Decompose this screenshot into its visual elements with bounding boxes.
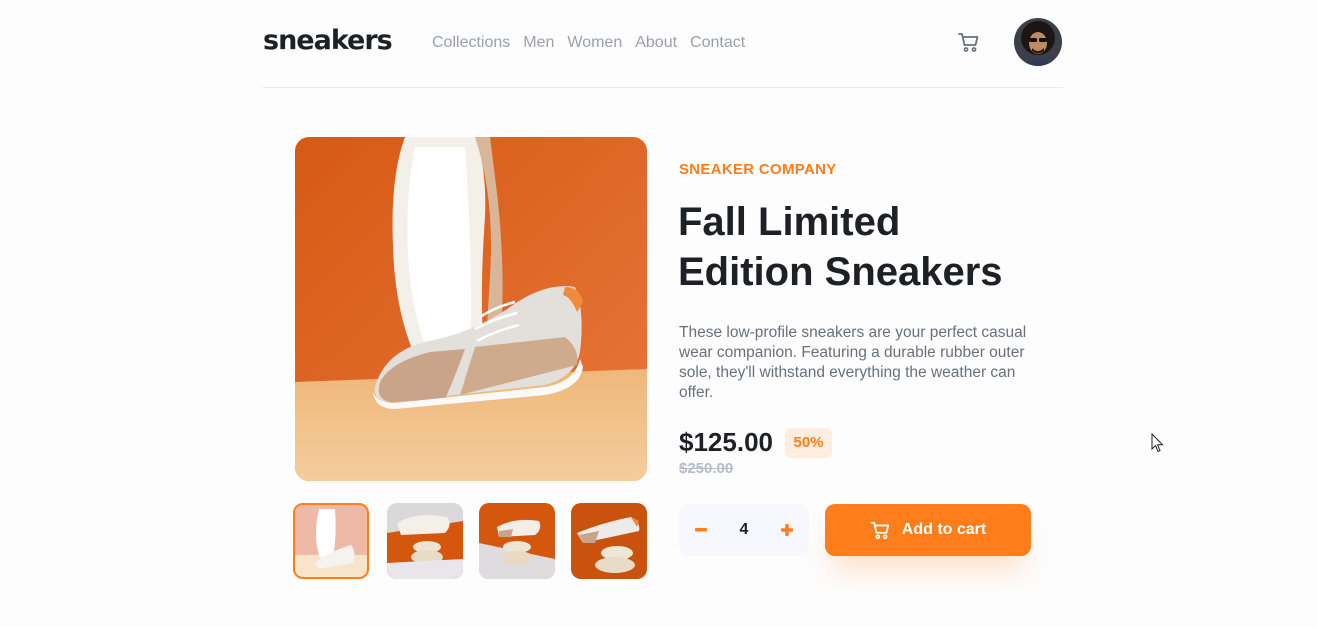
sneaker-photo	[295, 137, 647, 481]
thumbnail-image	[571, 503, 647, 579]
user-avatar[interactable]	[1014, 18, 1062, 66]
discount-badge: 50%	[785, 428, 832, 458]
current-price: $125.00	[679, 427, 773, 457]
cart-button[interactable]	[957, 30, 981, 54]
cart-icon	[870, 521, 889, 540]
decrease-quantity-button[interactable]	[679, 504, 723, 556]
quantity-stepper: 4	[679, 504, 809, 556]
product-description: These low-profile sneakers are your perf…	[679, 324, 1027, 401]
nav-link-men[interactable]: Men	[523, 34, 554, 52]
thumbnail-2[interactable]	[387, 503, 463, 579]
nav-link-contact[interactable]: Contact	[690, 34, 745, 52]
company-label: SNEAKER COMPANY	[679, 161, 837, 178]
thumbnail-image	[479, 503, 555, 579]
plus-icon	[781, 524, 793, 536]
cart-icon	[958, 33, 979, 52]
logo[interactable]: sneakers	[263, 25, 393, 56]
add-to-cart-label: Add to cart	[901, 521, 987, 538]
add-to-cart-button[interactable]: Add to cart	[825, 504, 1031, 556]
thumbnail-image	[387, 503, 463, 579]
quantity-value: 4	[739, 521, 749, 538]
original-price: $250.00	[679, 460, 734, 477]
product-title: Fall Limited Edition Sneakers	[678, 200, 1003, 294]
nav-link-women[interactable]: Women	[567, 34, 622, 52]
nav-link-about[interactable]: About	[635, 34, 677, 52]
thumbnail-1[interactable]	[293, 503, 369, 579]
thumbnail-3[interactable]	[479, 503, 555, 579]
increase-quantity-button[interactable]	[765, 504, 809, 556]
thumbnail-4[interactable]	[571, 503, 647, 579]
avatar-image	[1014, 18, 1062, 66]
main-nav: Collections Men Women About Contact	[432, 34, 745, 52]
nav-link-collections[interactable]: Collections	[432, 34, 510, 52]
mouse-pointer-icon	[1151, 433, 1164, 453]
site-header: sneakers Collections Men Women About Con…	[263, 0, 1063, 88]
product-main-image[interactable]	[295, 137, 647, 481]
minus-icon	[695, 528, 707, 532]
